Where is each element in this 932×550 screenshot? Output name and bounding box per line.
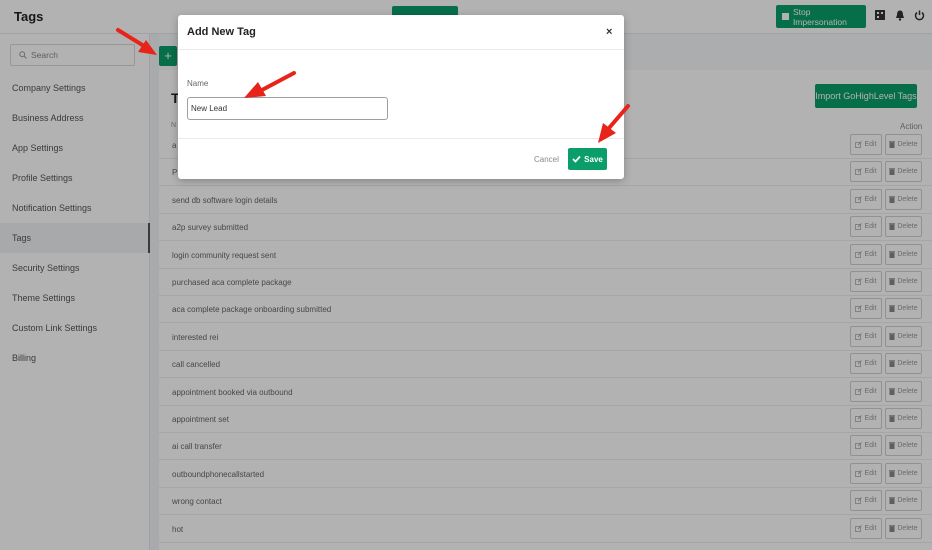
modal-divider <box>178 138 624 139</box>
save-label: Save <box>584 154 603 164</box>
tag-name-input[interactable] <box>187 97 388 120</box>
add-tag-modal: Add New Tag × Name Cancel Save <box>178 15 624 179</box>
cancel-button[interactable]: Cancel <box>534 155 559 164</box>
save-button[interactable]: Save <box>568 148 607 170</box>
modal-title: Add New Tag <box>187 26 256 38</box>
modal-divider <box>178 49 624 50</box>
check-icon <box>572 155 581 163</box>
name-label: Name <box>187 79 209 88</box>
close-icon[interactable]: × <box>606 26 612 38</box>
